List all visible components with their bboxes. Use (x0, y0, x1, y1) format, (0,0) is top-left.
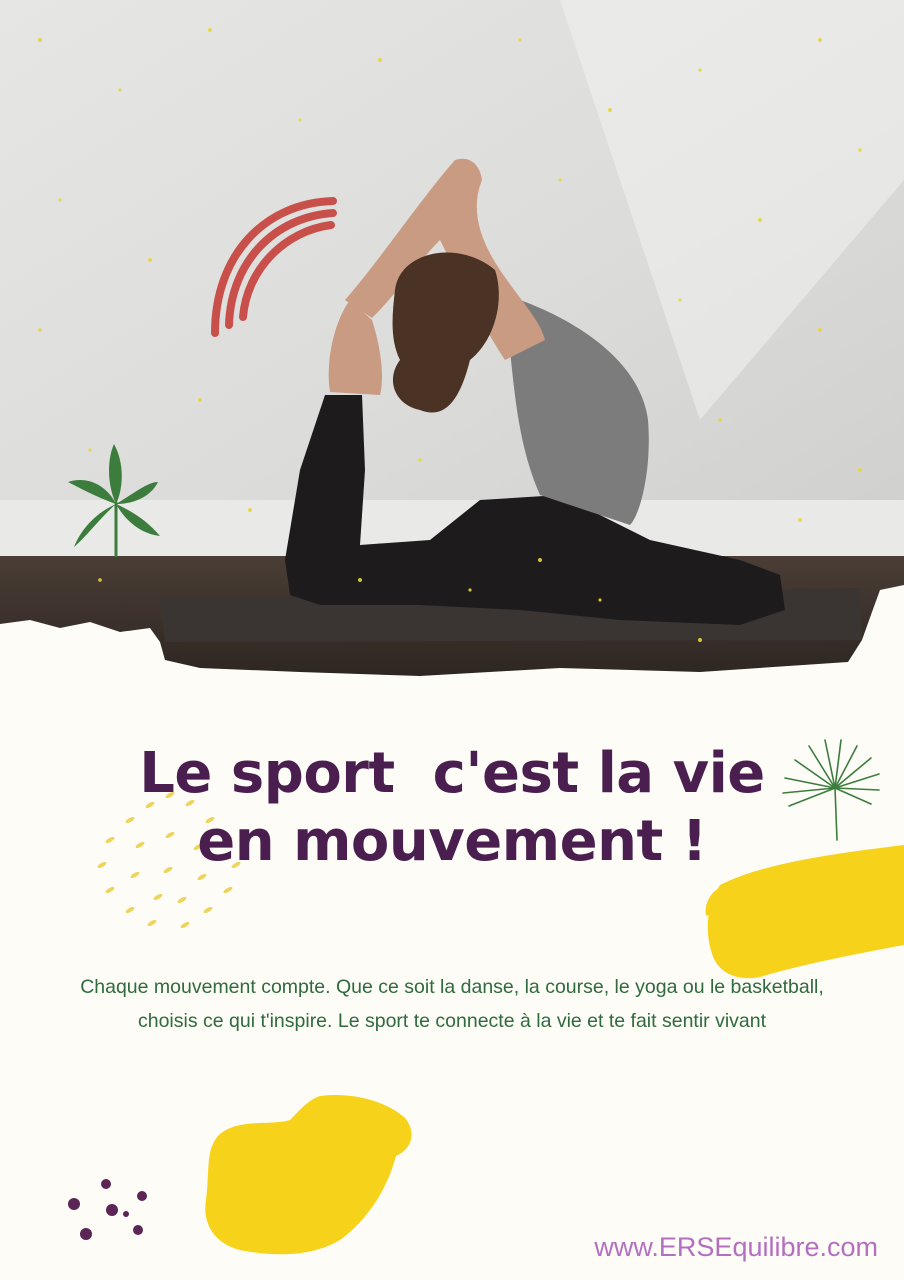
headline-line-1: Le sport c'est la vie (139, 741, 765, 806)
yellow-brush-stroke-icon (205, 1094, 412, 1255)
headline-line-2: en mouvement ! (197, 809, 707, 874)
website-link[interactable]: www.ERSEquilibre.com (594, 1232, 878, 1263)
green-leaf-icon (68, 444, 160, 557)
purple-dots-icon (68, 1179, 147, 1240)
headline: Le sport c'est la vie en mouvement ! (60, 740, 844, 876)
body-paragraph: Chaque mouvement compte. Que ce soit la … (80, 976, 824, 1032)
hero-photo (0, 0, 904, 690)
red-arc-icon (211, 197, 337, 337)
